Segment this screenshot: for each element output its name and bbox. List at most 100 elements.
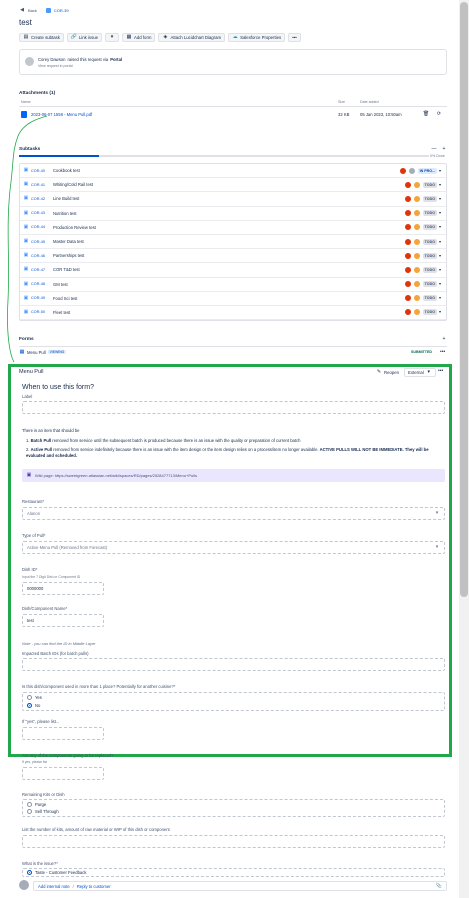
radio-yes[interactable] [27, 695, 32, 700]
issue-option[interactable]: Taste - Customer Feedback [22, 868, 445, 877]
issue-key-link[interactable]: COR-39 [54, 8, 69, 13]
status-badge[interactable]: TODO [422, 210, 437, 217]
assignee-avatar [408, 167, 415, 174]
subtask-name[interactable]: Whiting/Cold Rail test [53, 182, 405, 187]
attachments-header: Attachments (1) [19, 91, 56, 96]
option-no[interactable]: No [27, 703, 40, 708]
lucidchart-icon: ◈ [163, 34, 168, 40]
add-internal-note-button[interactable]: Add internal note [38, 884, 70, 889]
subtask-name[interactable]: Fleet test [53, 310, 405, 315]
priority-icon [404, 309, 411, 316]
link-issue-button[interactable]: 🔗 Link issue [66, 33, 103, 42]
pull-type-select[interactable]: Active Menu Pull (Removed from Forecast)… [22, 541, 445, 554]
wiki-link[interactable]: Wiki page: https://sweetgreen.atlassian.… [35, 473, 197, 478]
preview-icon[interactable]: ⟳ [436, 111, 442, 117]
chevron-down-icon: ▾ [435, 510, 439, 516]
more-actions-button[interactable]: ••• [288, 33, 301, 42]
add-subtask-icon[interactable]: + [441, 146, 447, 152]
subtask-name[interactable]: Line Build test [53, 196, 405, 201]
comment-box[interactable]: Add internal note / Reply to customer 📎 [33, 881, 447, 891]
form-options-button[interactable]: ••• [438, 368, 443, 374]
dish-id-help: Input the 7 Digit Dish or Component ID [22, 575, 81, 579]
attach-icon[interactable]: 📎 [436, 883, 442, 889]
lucidchart-button[interactable]: ◈ Attach Lucidchart Diagram [158, 33, 226, 42]
back-link[interactable]: Back [28, 8, 37, 13]
option-sell-through[interactable]: Sell Through [27, 809, 59, 814]
attachment-date: 05 Jan 2023, 10:50am [360, 112, 402, 117]
status-badge[interactable]: TODO [422, 309, 437, 316]
status-badge[interactable]: TODO [422, 195, 437, 202]
subtask-name[interactable]: Nutrition test [53, 211, 405, 216]
chevron-down-icon: ▾ [110, 34, 114, 40]
option-purge[interactable]: Purge [27, 802, 46, 807]
status-badge[interactable]: TODO [422, 238, 437, 245]
kits-input[interactable] [22, 835, 445, 848]
dish-id-input[interactable]: 0000000 [22, 582, 104, 595]
assignee-avatar [413, 181, 420, 188]
label-field[interactable] [22, 401, 445, 414]
replace-help: If yes, please list [22, 760, 48, 764]
priority-icon [404, 295, 411, 302]
reopen-button[interactable]: ✎ Reopen [373, 368, 403, 377]
dish-name-input[interactable]: test [22, 614, 104, 627]
scrollbar-thumb[interactable] [460, 2, 468, 597]
radio-no[interactable] [27, 703, 32, 708]
status-badge[interactable]: TODO [422, 224, 437, 231]
visibility-select[interactable]: External ▾ [404, 368, 436, 377]
chevron-down-icon: ▾ [438, 224, 441, 230]
priority-icon [404, 252, 411, 259]
radio-sell-through[interactable] [27, 809, 32, 814]
priority-icon [399, 167, 406, 174]
reporter-name[interactable]: Corey Dawson [38, 57, 65, 62]
link-issue-dropdown[interactable]: ▾ [105, 33, 120, 42]
form-status: SUBMITTED [411, 350, 432, 354]
add-form-button[interactable]: ▦ Add form [122, 33, 156, 42]
subtask-name[interactable]: COR T&D test [53, 267, 405, 272]
radio-purge[interactable] [27, 802, 32, 807]
assignee-avatar [413, 309, 420, 316]
add-form-icon[interactable]: + [441, 336, 447, 342]
collapse-icon[interactable]: — [431, 146, 437, 152]
pull-type-label: Type of Pull* [22, 533, 46, 538]
pencil-icon: ✎ [376, 369, 382, 375]
priority-icon [404, 181, 411, 188]
priority-icon [404, 195, 411, 202]
subtask-name[interactable]: Master Data test [53, 239, 405, 244]
salesforce-button[interactable]: ☁ Salesforce Properties [228, 33, 286, 42]
status-badge[interactable]: TODO [422, 252, 437, 259]
replace-input[interactable] [22, 767, 104, 780]
chevron-down-icon: ▾ [438, 181, 441, 187]
status-badge[interactable]: TODO [422, 281, 437, 288]
batch-ids-input[interactable] [22, 658, 445, 671]
if-yes-input[interactable] [22, 727, 104, 740]
annotation-arrow [7, 115, 48, 363]
subtask-name[interactable]: Partnerships test [53, 253, 405, 258]
batch-ids-label: Impacted Batch IDs (for batch pulls) [22, 651, 89, 656]
subtask-name[interactable]: Food Sci test [53, 296, 405, 301]
label-caption: Label [22, 394, 33, 399]
assignee-avatar [413, 266, 420, 273]
restaurant-select[interactable]: Alanon ▾ [22, 507, 445, 520]
status-badge[interactable]: IN PRO... [417, 167, 437, 174]
subtask-name[interactable]: GM test [53, 282, 405, 287]
form-more-button[interactable]: ••• [440, 349, 445, 355]
back-arrow-icon[interactable]: ◀ [19, 7, 25, 13]
delete-icon[interactable]: 🗑 [423, 111, 429, 117]
create-subtask-button[interactable]: ▤ Create subtask [19, 33, 64, 42]
status-badge[interactable]: TODO [422, 295, 437, 302]
subtask-name[interactable]: Cookbook test [53, 168, 400, 173]
chevron-down-icon: ▾ [438, 266, 441, 272]
radio-taste[interactable] [27, 870, 32, 875]
page-title: test [19, 18, 32, 27]
status-badge[interactable]: TODO [422, 266, 437, 273]
assignee-avatar [413, 224, 420, 231]
page-scrollbar[interactable] [459, 0, 469, 898]
pull-definitions: 1. Batch Pull removed from service until… [26, 438, 429, 458]
priority-icon [404, 266, 411, 273]
view-portal-link[interactable]: View request in portal [38, 64, 73, 68]
subtask-name[interactable]: Production Review test [53, 225, 405, 230]
reply-to-customer-button[interactable]: Reply to customer [77, 884, 111, 889]
option-yes[interactable]: Yes [27, 695, 42, 700]
status-badge[interactable]: TODO [422, 181, 437, 188]
assignee-avatar [413, 281, 420, 288]
